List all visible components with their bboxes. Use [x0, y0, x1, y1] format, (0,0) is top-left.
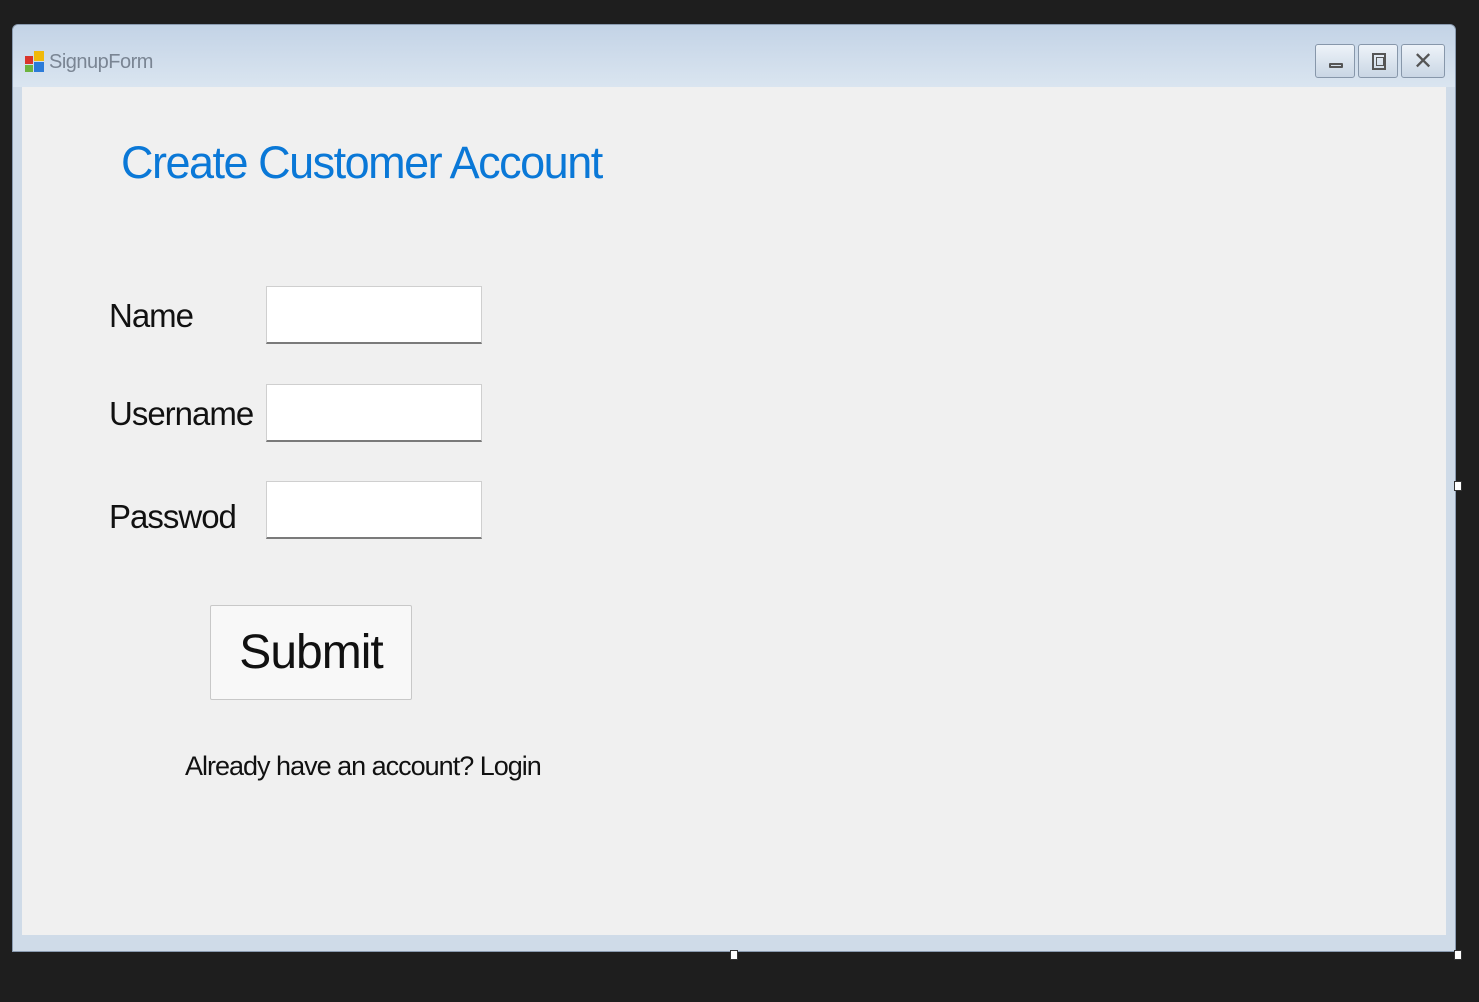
close-button[interactable]: ✕: [1401, 44, 1445, 78]
window-controls: ✕: [1315, 44, 1445, 78]
resize-handle-bottom[interactable]: [730, 950, 738, 960]
username-input[interactable]: [266, 384, 482, 442]
name-input[interactable]: [266, 286, 482, 344]
name-label: Name: [109, 297, 194, 334]
minimize-icon: [1329, 63, 1343, 68]
password-input[interactable]: [266, 481, 482, 539]
maximize-icon: [1372, 53, 1386, 70]
maximize-button[interactable]: [1358, 44, 1398, 78]
title-bar[interactable]: SignupForm ✕: [13, 25, 1455, 87]
form-client-area: Create Customer Account Name Username Pa…: [22, 87, 1446, 935]
designer-canvas: SignupForm ✕ Create Customer Account Nam…: [0, 0, 1479, 1002]
login-link[interactable]: Already have an account? Login: [185, 751, 542, 782]
page-title: Create Customer Account: [121, 137, 603, 188]
minimize-button[interactable]: [1315, 44, 1355, 78]
resize-handle-corner[interactable]: [1454, 950, 1462, 960]
password-label: Passwod: [109, 498, 237, 535]
submit-button[interactable]: Submit: [210, 605, 412, 700]
window-title: SignupForm: [49, 51, 153, 73]
close-icon: ✕: [1412, 47, 1434, 75]
signup-form-window: SignupForm ✕ Create Customer Account Nam…: [12, 24, 1456, 952]
username-label: Username: [109, 395, 254, 432]
app-icon: [25, 51, 45, 73]
resize-handle-right[interactable]: [1454, 481, 1462, 491]
